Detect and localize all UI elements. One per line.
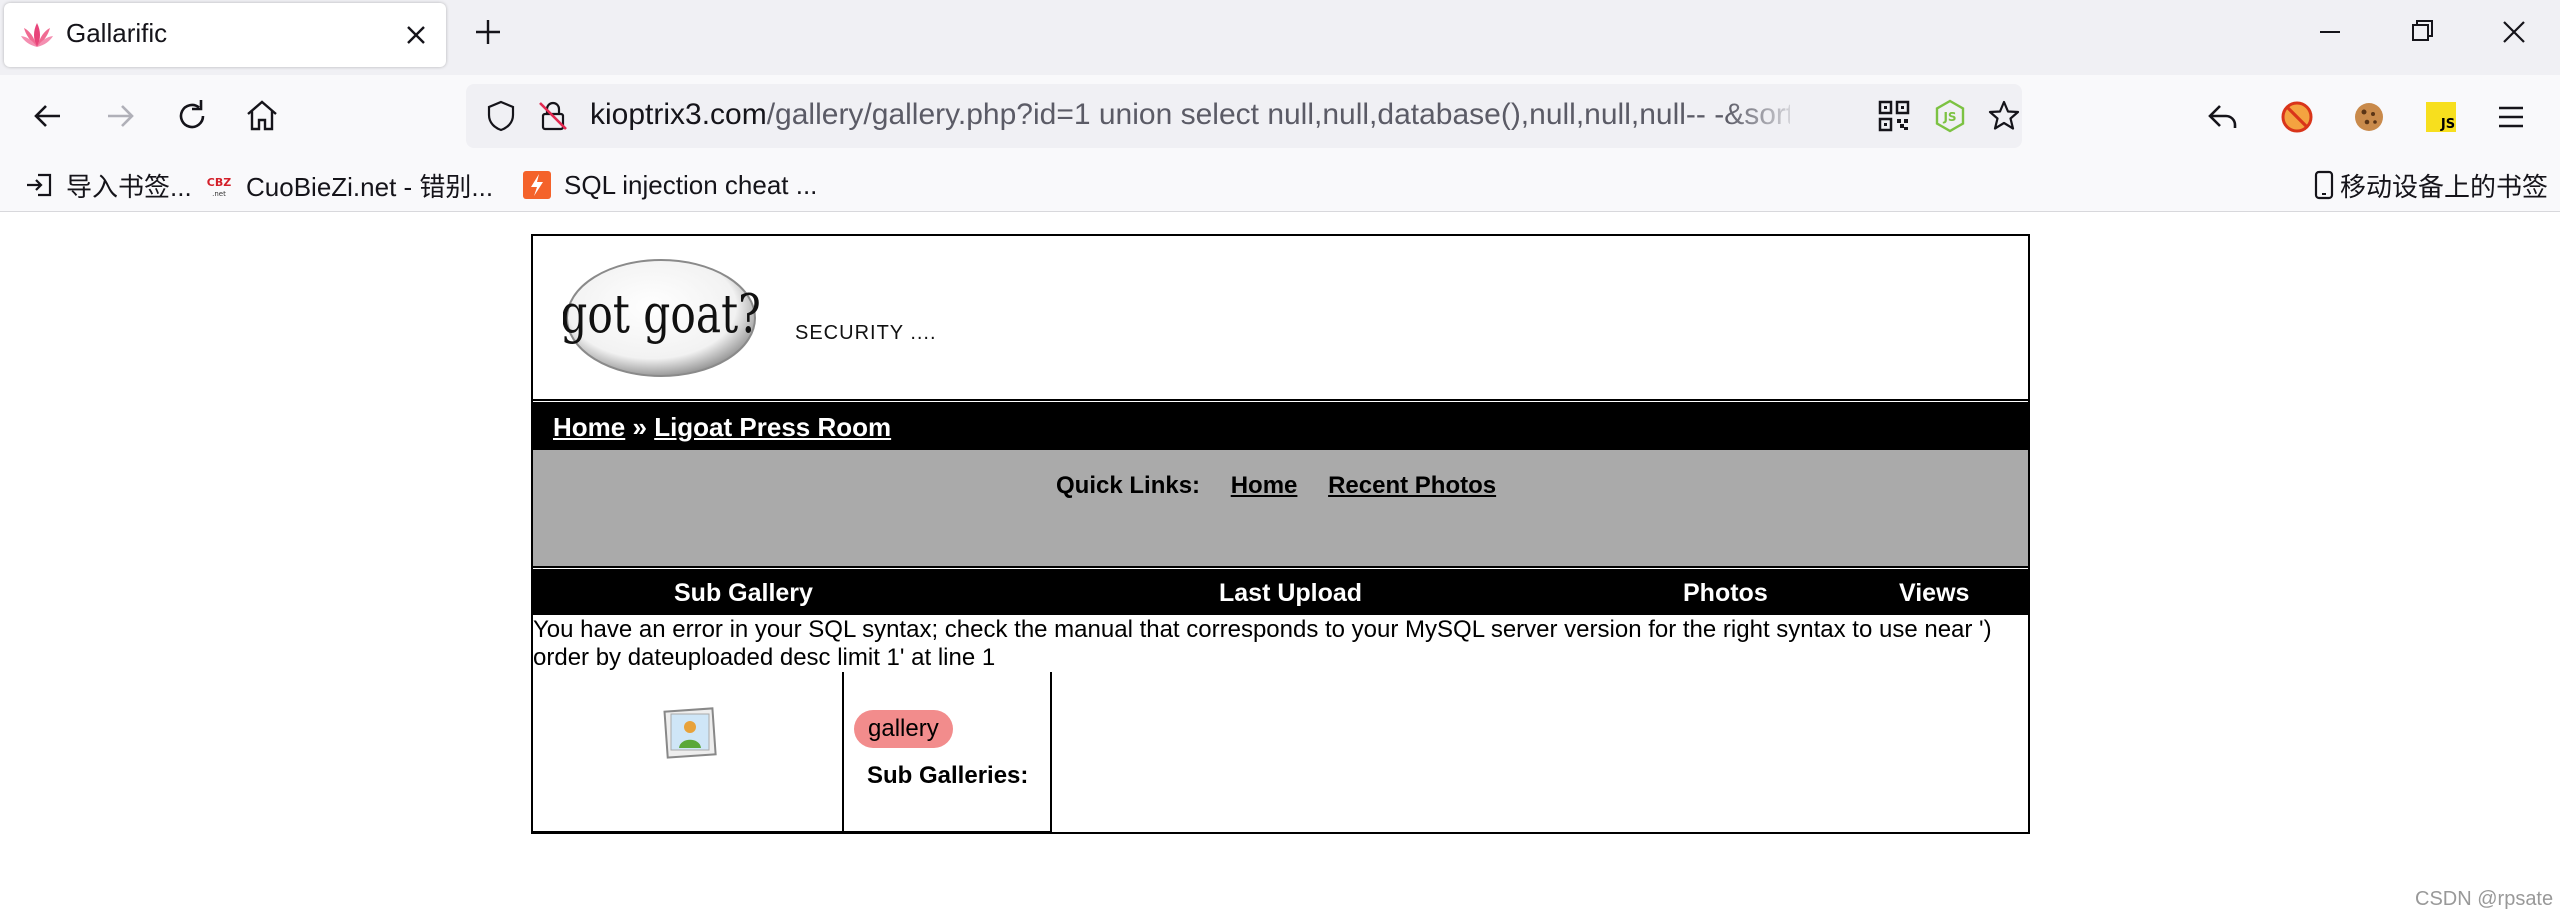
got-goat-logo[interactable]: got goat?: [563, 256, 759, 380]
navigation-toolbar: kioptrix3.com/gallery/gallery.php?id=1 u…: [0, 75, 2560, 158]
tab-strip: Gallarific: [0, 0, 2560, 75]
table-row: gallery Sub Galleries:: [533, 672, 2028, 834]
home-icon[interactable]: [238, 92, 286, 140]
url-host: kioptrix3.com: [590, 98, 767, 131]
browser-tab[interactable]: Gallarific: [4, 3, 446, 67]
bookmark-cuobiezi[interactable]: CBZ .net CuoBieZi.net - 错别...: [204, 166, 493, 204]
bookmark-label: CuoBieZi.net - 错别...: [246, 171, 494, 202]
bookmark-star-icon[interactable]: [1986, 98, 2022, 134]
reload-icon[interactable]: [168, 92, 216, 140]
site-header: got goat? SECURITY ....: [533, 236, 2028, 399]
url-text[interactable]: kioptrix3.com/gallery/gallery.php?id=1 u…: [590, 98, 1790, 132]
sub-galleries-label: Sub Galleries:: [867, 762, 1029, 789]
svg-text:CBZ: CBZ: [207, 176, 231, 189]
menu-hamburger-icon[interactable]: [2488, 94, 2534, 140]
quick-links: Quick Links: Home Recent Photos: [1056, 472, 1496, 500]
minimize-icon[interactable]: [2310, 14, 2350, 50]
cookie-extension-icon[interactable]: [2346, 94, 2392, 140]
tracking-protection-shield-icon[interactable]: [484, 99, 518, 133]
breadcrumb-home-link[interactable]: Home: [553, 412, 625, 442]
broken-image-icon[interactable]: [660, 702, 720, 762]
bookmarks-toolbar: 导入书签... CBZ .net CuoBieZi.net - 错别... SQ…: [0, 158, 2560, 212]
gallery-badge[interactable]: gallery: [854, 710, 953, 748]
gallery-table-header: Sub Gallery Last Upload Photos Views: [533, 571, 2028, 615]
url-path: /gallery/gallery.php?id=1 union select n…: [766, 98, 1790, 131]
bookmark-label: 导入书签...: [66, 171, 192, 202]
import-icon: [27, 173, 52, 197]
mobile-bookmarks[interactable]: 移动设备上的书签: [2312, 166, 2548, 204]
nodejs-extension-icon[interactable]: JS: [1932, 98, 1968, 134]
insecure-lock-icon[interactable]: [536, 99, 570, 133]
cbz-icon: CBZ .net: [207, 176, 231, 198]
gallery-info-cell: gallery Sub Galleries:: [844, 672, 1052, 834]
forward-icon[interactable]: [96, 92, 144, 140]
column-sub-gallery: Sub Gallery: [674, 579, 813, 607]
column-views: Views: [1899, 579, 1970, 607]
svg-text:.net: .net: [212, 190, 226, 198]
bookmark-label: SQL injection cheat ...: [564, 169, 818, 200]
block-extension-icon[interactable]: [2274, 94, 2320, 140]
bookmark-sql-injection[interactable]: SQL injection cheat ...: [522, 166, 817, 204]
svg-text:got goat?: got goat?: [563, 284, 759, 345]
gallery-thumbnail-cell: [533, 672, 844, 834]
column-photos: Photos: [1683, 579, 1768, 607]
svg-text:JS: JS: [2440, 117, 2455, 132]
mobile-device-icon: [2314, 170, 2334, 200]
sql-error-message: You have an error in your SQL syntax; ch…: [533, 616, 1992, 671]
csdn-watermark: CSDN @rpsate: [2415, 888, 2554, 910]
site-slogan: SECURITY ....: [795, 322, 937, 344]
svg-text:JS: JS: [1942, 110, 1956, 124]
quick-link-recent-photos[interactable]: Recent Photos: [1328, 472, 1496, 499]
restore-icon[interactable]: [2402, 14, 2442, 50]
new-tab-icon[interactable]: [468, 12, 508, 52]
reply-arrow-icon[interactable]: [2200, 94, 2246, 140]
tab-title: Gallarific: [66, 18, 168, 48]
qr-code-icon[interactable]: [1876, 98, 1912, 134]
lotus-favicon-icon: [21, 23, 53, 47]
bolt-icon: [523, 171, 551, 199]
column-last-upload: Last Upload: [1219, 579, 1363, 607]
quick-links-label: Quick Links:: [1056, 472, 1201, 499]
close-window-icon[interactable]: [2494, 14, 2534, 50]
breadcrumb-current-link[interactable]: Ligoat Press Room: [654, 412, 891, 442]
breadcrumb: Home » Ligoat Press Room: [533, 404, 2028, 450]
quick-links-bar: Quick Links: Home Recent Photos: [533, 450, 2028, 566]
gallery-page: got goat? SECURITY .... Home » Ligoat Pr…: [531, 234, 2030, 834]
breadcrumb-separator: »: [632, 412, 647, 442]
close-tab-icon[interactable]: [396, 15, 436, 55]
javascript-extension-icon[interactable]: JS: [2418, 94, 2464, 140]
bookmark-import[interactable]: 导入书签...: [24, 166, 192, 204]
back-icon[interactable]: [24, 92, 72, 140]
url-fade: [1726, 92, 1806, 140]
address-bar[interactable]: kioptrix3.com/gallery/gallery.php?id=1 u…: [466, 84, 2022, 148]
quick-link-home[interactable]: Home: [1231, 472, 1298, 499]
mobile-bookmarks-label: 移动设备上的书签: [2340, 171, 2549, 202]
